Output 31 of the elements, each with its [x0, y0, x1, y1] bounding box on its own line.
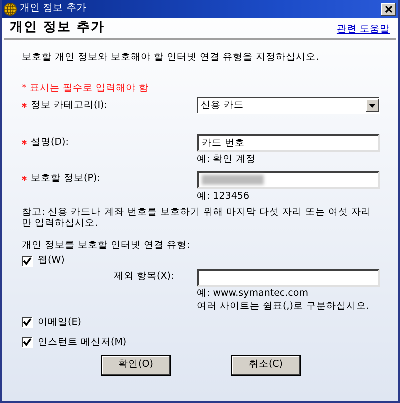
dialog-button[interactable]: 확인(O): [102, 356, 170, 375]
example-hint: 예: 확인 계정: [197, 154, 258, 166]
close-button[interactable]: [381, 2, 396, 16]
exclusion-field[interactable]: [197, 268, 380, 287]
note-text: 참고: 신용 카드나 계좌 번호를 보호하기 위해 마지막 다섯 자리 또는 여섯 자리만 입력하십시오.: [22, 208, 372, 230]
checkbox-label: 인스턴트 메신저(M): [38, 337, 127, 349]
field-label: 정보 카테고리(I):: [31, 100, 108, 112]
example-hint: 예: 123456: [197, 190, 250, 202]
checkbox-label: 웹(W): [38, 255, 65, 267]
example-hint: 여러 사이트는 쉼표(,)로 구분하십시오.: [197, 300, 371, 313]
section-label: 개인 정보를 보호할 인터넷 연결 유형:: [22, 240, 192, 252]
help-link[interactable]: 관련 도움말: [336, 24, 390, 36]
field-label: 설명(D):: [31, 136, 69, 148]
protected-info-field[interactable]: [197, 170, 380, 189]
checkbox[interactable]: [22, 316, 33, 328]
checkbox[interactable]: [22, 337, 33, 348]
window-title: 개인 정보 추가: [20, 3, 88, 15]
description-field[interactable]: 카드 번호: [197, 134, 380, 152]
checkbox-label: 이메일(E): [38, 316, 82, 328]
intro-text: 보호할 개인 정보와 보호해야 할 인터넷 연결 유형을 지정하십시오.: [22, 52, 320, 63]
field-label: 제외 항목(X):: [113, 270, 176, 284]
globe-icon: [4, 2, 17, 16]
dialog-heading: 개인 정보 추가: [10, 20, 106, 36]
example-hint: 예: www.symantec.com: [197, 286, 310, 300]
category-dropdown[interactable]: 신용 카드: [197, 97, 380, 114]
blurred-value: [202, 174, 264, 185]
required-note: * 표시는 필수로 입력해야 함: [22, 82, 150, 94]
checkbox[interactable]: [22, 256, 33, 267]
field-label: 보호할 정보(P):: [31, 173, 100, 184]
dialog-button[interactable]: 취소(C): [232, 356, 300, 375]
close-icon: [384, 6, 392, 12]
